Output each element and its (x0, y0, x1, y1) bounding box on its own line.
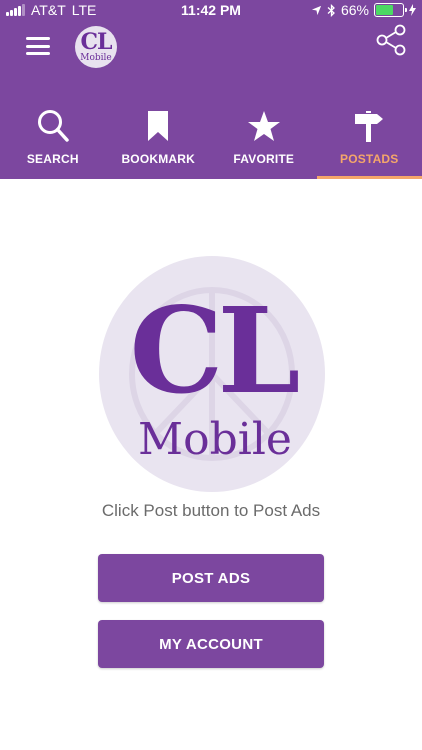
tab-bar: SEARCH BOOKMARK FAVORITE POSTADS (0, 100, 422, 179)
app-logo-line1: CL (80, 29, 113, 55)
app-logo-line2: Mobile (80, 53, 112, 63)
cl-mobile-logo: CL Mobile (99, 256, 325, 492)
tab-bookmark-label: BOOKMARK (121, 152, 196, 166)
tab-postads[interactable]: POSTADS (316, 100, 422, 179)
share-icon[interactable] (376, 24, 406, 56)
post-ads-button[interactable]: POST ADS (98, 554, 324, 602)
star-icon (244, 108, 284, 144)
tab-postads-label: POSTADS (339, 152, 399, 166)
status-bar: AT&T LTE 11:42 PM 66% (0, 0, 422, 22)
post-hint-text: Click Post button to Post Ads (101, 501, 321, 520)
logo-sub-text: Mobile (138, 414, 292, 465)
charging-icon (409, 4, 416, 16)
battery-icon (374, 3, 407, 17)
menu-icon[interactable] (26, 37, 50, 55)
search-icon (33, 108, 73, 144)
signpost-icon (349, 108, 389, 144)
bookmark-icon (138, 108, 178, 144)
tab-bookmark[interactable]: BOOKMARK (106, 100, 212, 179)
app-logo: CL Mobile (75, 26, 117, 68)
tab-favorite[interactable]: FAVORITE (211, 100, 317, 179)
battery-percent: 66% (340, 2, 369, 18)
main-content: CL Mobile Click Post button to Post Ads … (0, 179, 422, 750)
location-icon (311, 5, 322, 15)
status-right: 66% (311, 2, 416, 18)
tab-search[interactable]: SEARCH (0, 100, 106, 179)
tab-search-label: SEARCH (26, 152, 79, 166)
battery-fill (376, 5, 394, 15)
my-account-button[interactable]: MY ACCOUNT (98, 620, 324, 668)
bluetooth-icon (327, 3, 335, 17)
tab-favorite-label: FAVORITE (233, 152, 295, 166)
logo-main-text: CL (130, 281, 299, 420)
app-header: AT&T LTE 11:42 PM 66% CL Mobile SEARCH B… (0, 0, 422, 179)
